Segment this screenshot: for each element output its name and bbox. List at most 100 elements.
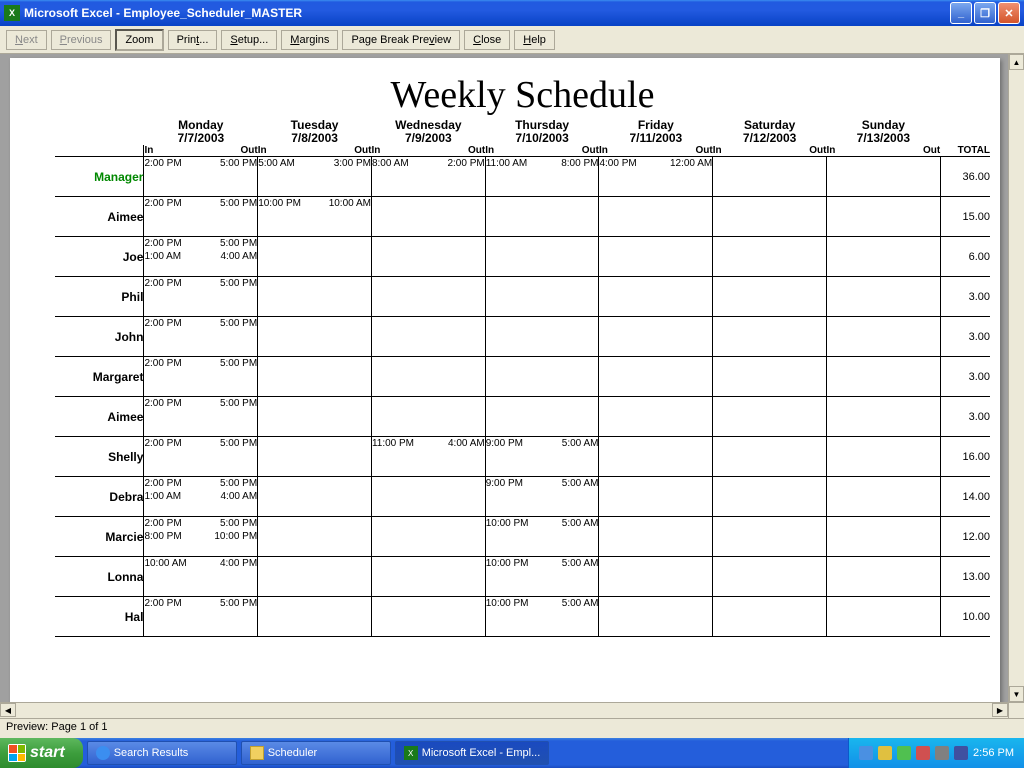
tray-icon[interactable] [916, 746, 930, 760]
employee-row: Margaret2:00 PM5:00 PM3.00 [55, 357, 990, 397]
date-header: 7/8/2003 [258, 132, 372, 145]
shift-cell: 11:00 PM4:00 AM [371, 437, 485, 477]
status-text: Preview: Page 1 of 1 [6, 721, 108, 733]
taskbar: start Search ResultsSchedulerXMicrosoft … [0, 738, 1024, 768]
date-header: 7/11/2003 [599, 132, 713, 145]
shift-cell [713, 477, 827, 517]
scroll-left-button[interactable]: ◀ [0, 703, 16, 717]
shift-cell: 9:00 PM5:00 AM [485, 477, 599, 517]
scroll-up-button[interactable]: ▲ [1009, 54, 1024, 70]
in-header: In [371, 145, 428, 157]
shift-cell [485, 397, 599, 437]
employee-row: Aimee2:00 PM5:00 PM3.00 [55, 397, 990, 437]
employee-total: 3.00 [940, 277, 990, 317]
window-title: Microsoft Excel - Employee_Scheduler_MAS… [24, 6, 948, 20]
employee-total: 15.00 [940, 197, 990, 237]
employee-total: 10.00 [940, 597, 990, 637]
employee-row: John2:00 PM5:00 PM3.00 [55, 317, 990, 357]
preview-page[interactable]: Weekly Schedule MondayTuesdayWednesdayTh… [10, 58, 1000, 718]
shift-cell [371, 317, 485, 357]
help-button[interactable]: Help [514, 30, 555, 50]
shift-cell [258, 597, 372, 637]
maximize-button[interactable]: ❐ [974, 2, 996, 24]
tray-icon[interactable] [878, 746, 892, 760]
shift-cell [599, 597, 713, 637]
employee-name: Manager [55, 157, 144, 197]
start-button[interactable]: start [0, 738, 83, 768]
shift-cell [258, 357, 372, 397]
system-tray[interactable]: 2:56 PM [848, 738, 1024, 768]
shift-cell: 10:00 PM10:00 AM [258, 197, 372, 237]
tray-icon[interactable] [897, 746, 911, 760]
employee-row: Joe2:00 PM5:00 PM1:00 AM4:00 AM6.00 [55, 237, 990, 277]
taskbar-item[interactable]: XMicrosoft Excel - Empl... [395, 741, 550, 765]
shift-cell [599, 397, 713, 437]
shift-cell: 2:00 PM5:00 PM [144, 397, 258, 437]
in-header: In [485, 145, 542, 157]
close-button[interactable]: ✕ [998, 2, 1020, 24]
taskbar-item[interactable]: Scheduler [241, 741, 391, 765]
shift-cell: 2:00 PM5:00 PM8:00 PM10:00 PM [144, 517, 258, 557]
shift-cell: 10:00 PM5:00 AM [485, 557, 599, 597]
shift-cell [713, 197, 827, 237]
tray-icon[interactable] [954, 746, 968, 760]
employee-name: Aimee [55, 197, 144, 237]
out-header: Out [201, 145, 258, 157]
horizontal-scrollbar[interactable]: ◀ ▶ [0, 702, 1008, 718]
next-rest: ext [23, 34, 38, 46]
vertical-scrollbar[interactable]: ▲ ▼ [1008, 54, 1024, 702]
scroll-right-button[interactable]: ▶ [992, 703, 1008, 717]
shift-cell: 2:00 PM5:00 PM1:00 AM4:00 AM [144, 237, 258, 277]
previous-button[interactable]: Previous [51, 30, 112, 50]
shift-cell [713, 557, 827, 597]
employee-name: Marcie [55, 517, 144, 557]
zoom-button[interactable]: Zoom [115, 29, 163, 51]
shift-cell: 2:00 PM5:00 PM1:00 AM4:00 AM [144, 477, 258, 517]
shift-cell [827, 237, 941, 277]
employee-total: 3.00 [940, 357, 990, 397]
shift-cell [827, 437, 941, 477]
app-name: Microsoft Excel [24, 6, 113, 20]
shift-cell [258, 277, 372, 317]
page-break-preview-button[interactable]: Page Break Preview [342, 30, 460, 50]
taskbar-item[interactable]: Search Results [87, 741, 237, 765]
shift-cell [258, 437, 372, 477]
print-button[interactable]: Print... [168, 30, 218, 50]
tray-icon[interactable] [859, 746, 873, 760]
date-header: 7/9/2003 [371, 132, 485, 145]
shift-cell [599, 197, 713, 237]
scroll-down-button[interactable]: ▼ [1009, 686, 1024, 702]
in-header: In [599, 145, 656, 157]
tray-icon[interactable] [935, 746, 949, 760]
shift-cell [827, 397, 941, 437]
total-header: TOTAL [940, 145, 990, 157]
employee-row: Marcie2:00 PM5:00 PM8:00 PM10:00 PM10:00… [55, 517, 990, 557]
shift-cell [599, 317, 713, 357]
employee-name: Debra [55, 477, 144, 517]
clock[interactable]: 2:56 PM [973, 747, 1014, 759]
employee-row: Hal2:00 PM5:00 PM10:00 PM5:00 AM10.00 [55, 597, 990, 637]
date-header: 7/12/2003 [713, 132, 827, 145]
shift-cell [258, 557, 372, 597]
shift-cell [827, 277, 941, 317]
close-preview-button[interactable]: Close [464, 30, 510, 50]
ie-icon [96, 746, 110, 760]
shift-cell [258, 397, 372, 437]
shift-cell: 8:00 AM2:00 PM [371, 157, 485, 197]
in-header: In [827, 145, 884, 157]
status-bar: Preview: Page 1 of 1 [0, 718, 1024, 738]
employee-total: 3.00 [940, 317, 990, 357]
employee-total: 12.00 [940, 517, 990, 557]
shift-cell [371, 197, 485, 237]
start-label: start [30, 744, 65, 762]
shift-cell: 2:00 PM5:00 PM [144, 277, 258, 317]
setup-button[interactable]: Setup... [221, 30, 277, 50]
minimize-button[interactable]: _ [950, 2, 972, 24]
margins-button[interactable]: Margins [281, 30, 338, 50]
next-button[interactable]: Next [6, 30, 47, 50]
shift-cell [371, 397, 485, 437]
shift-cell [371, 237, 485, 277]
shift-cell: 2:00 PM5:00 PM [144, 597, 258, 637]
employee-name: Margaret [55, 357, 144, 397]
employee-total: 6.00 [940, 237, 990, 277]
